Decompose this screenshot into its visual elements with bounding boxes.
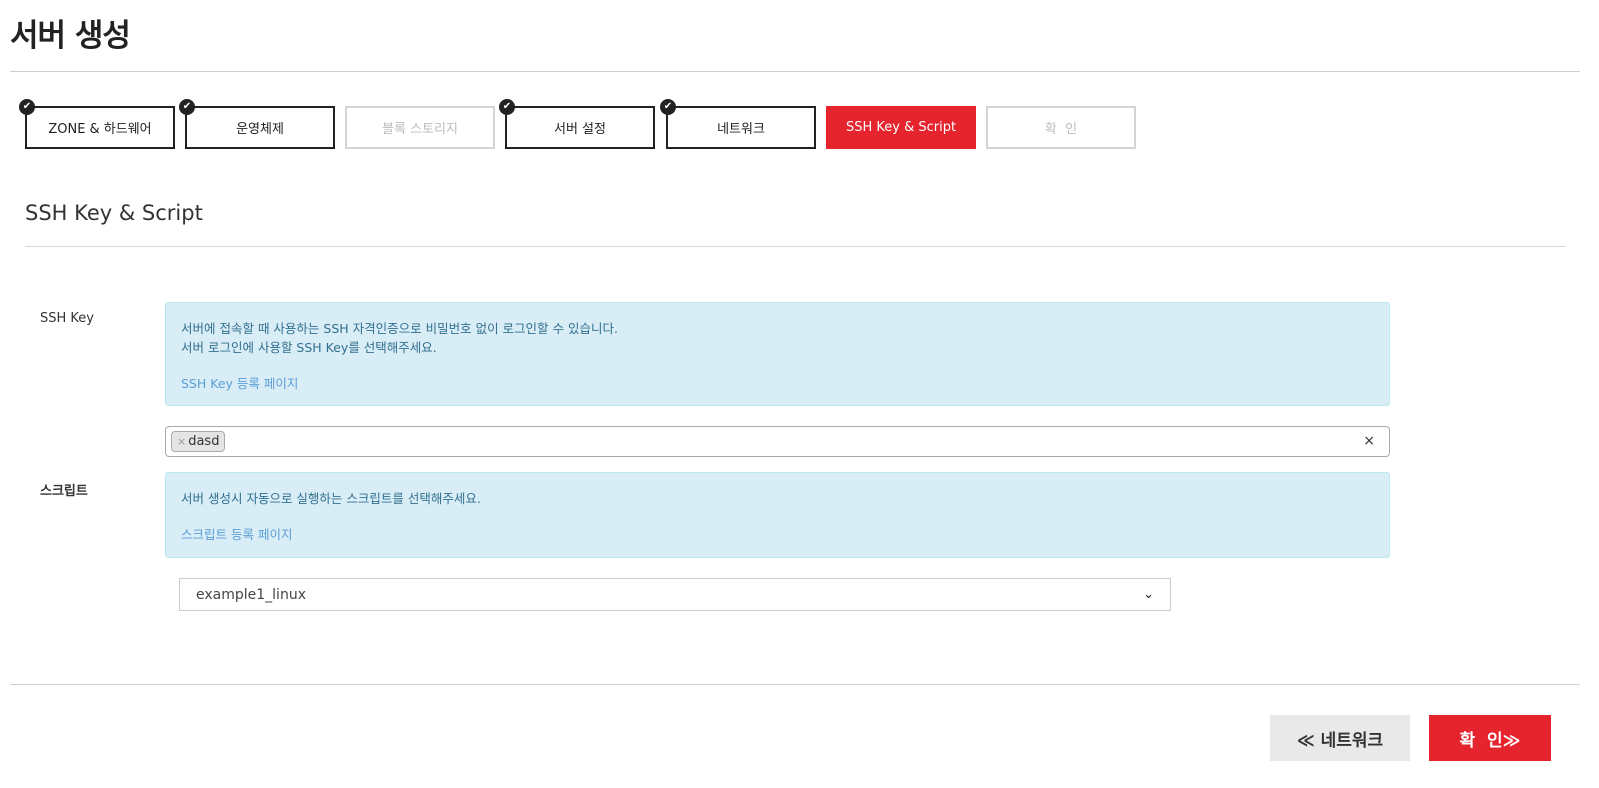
chevron-down-icon: ⌄ <box>1143 587 1154 602</box>
step-label: 서버 설정 <box>554 122 606 137</box>
ssh-key-register-link[interactable]: SSH Key 등록 페이지 <box>181 376 298 391</box>
step-zone-hardware[interactable]: ✔ ZONE & 하드웨어 <box>19 99 175 149</box>
step-label: ZONE & 하드웨어 <box>48 122 152 137</box>
script-info-line1: 서버 생성시 자동으로 실행하는 스크립트를 선택해주세요. <box>181 491 481 506</box>
script-select-value: example1_linux <box>196 586 306 603</box>
title-divider <box>10 71 1580 72</box>
section-divider <box>25 246 1566 247</box>
script-register-link[interactable]: 스크립트 등록 페이지 <box>181 527 292 542</box>
ssh-key-select[interactable]: × dasd × <box>165 426 1390 457</box>
script-select[interactable]: example1_linux ⌄ <box>179 578 1171 611</box>
script-label: 스크립트 <box>40 484 88 499</box>
ssh-key-info-line2: 서버 로그인에 사용할 SSH Key를 선택해주세요. <box>181 340 437 355</box>
step-block-storage: 블록 스토리지 <box>345 106 495 149</box>
ssh-key-tag-label: dasd <box>188 434 220 449</box>
check-icon: ✔ <box>19 99 35 115</box>
confirm-button[interactable]: 확 인≫ <box>1429 715 1551 761</box>
check-icon: ✔ <box>499 99 515 115</box>
step-label: 네트워크 <box>717 122 765 137</box>
check-icon: ✔ <box>179 99 195 115</box>
footer-divider <box>10 684 1580 685</box>
section-title: SSH Key & Script <box>25 201 203 225</box>
step-os[interactable]: ✔ 운영체제 <box>179 99 335 149</box>
step-confirm: 확 인 <box>986 106 1136 149</box>
step-server-settings[interactable]: ✔ 서버 설정 <box>499 99 655 149</box>
step-network[interactable]: ✔ 네트워크 <box>660 99 816 149</box>
step-label: SSH Key & Script <box>845 120 957 135</box>
step-label: 블록 스토리지 <box>382 122 458 137</box>
clear-selection-icon[interactable]: × <box>1363 433 1375 449</box>
ssh-key-tag: × dasd <box>171 431 226 452</box>
step-ssh-key-script[interactable]: SSH Key & Script <box>826 106 976 149</box>
tag-remove-icon[interactable]: × <box>177 435 186 448</box>
check-icon: ✔ <box>660 99 676 115</box>
prev-network-button[interactable]: ≪ 네트워크 <box>1270 715 1410 761</box>
step-label: 확 인 <box>1044 122 1078 137</box>
ssh-key-info-line1: 서버에 접속할 때 사용하는 SSH 자격인증으로 비밀번호 없이 로그인할 수… <box>181 321 618 336</box>
page-title: 서버 생성 <box>10 18 131 54</box>
ssh-key-label: SSH Key <box>40 311 94 326</box>
script-info-box: 서버 생성시 자동으로 실행하는 스크립트를 선택해주세요. 스크립트 등록 페… <box>165 472 1390 558</box>
ssh-key-info-box: 서버에 접속할 때 사용하는 SSH 자격인증으로 비밀번호 없이 로그인할 수… <box>165 302 1390 406</box>
step-label: 운영체제 <box>236 122 284 137</box>
